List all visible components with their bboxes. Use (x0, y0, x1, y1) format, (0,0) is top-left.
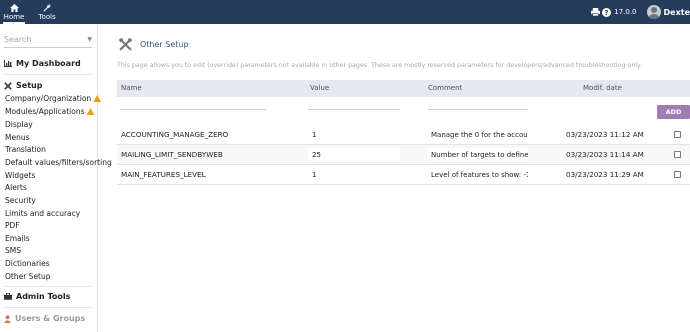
table-header: Name Value Comment Modif. date (117, 80, 690, 97)
value-input[interactable]: 25 (308, 148, 400, 161)
new-value-field[interactable] (308, 109, 400, 110)
sidebar-item-alerts[interactable]: Alerts (5, 183, 27, 192)
table-row: MAIN_FEATURES_LEVEL 1 Level of features … (117, 165, 690, 185)
sidebar-item-company[interactable]: Company/Organization (5, 94, 102, 103)
tools-icon (119, 38, 132, 51)
sidebar-item-sms[interactable]: SMS (5, 246, 21, 255)
nav-tools-label: Tools (38, 12, 56, 21)
menu-admin-tools[interactable]: Admin Tools (4, 292, 70, 301)
home-icon (9, 3, 19, 12)
sidebar-item-limits[interactable]: Limits and accuracy (5, 209, 80, 218)
row-checkbox[interactable] (674, 151, 681, 158)
column-header-date[interactable]: Modif. date (583, 84, 622, 92)
new-comment-field[interactable] (428, 109, 528, 110)
value-input[interactable]: 1 (308, 168, 400, 181)
top-bar: Home Tools ? 17.0.0 Dexte (0, 0, 690, 24)
row-name: MAIN_FEATURES_LEVEL (121, 170, 206, 179)
svg-text:?: ? (605, 8, 609, 17)
chart-icon (4, 60, 12, 67)
sidebar-item-other-setup[interactable]: Other Setup (5, 272, 51, 281)
sidebar-item-modules[interactable]: Modules/Applications (5, 107, 95, 116)
menu-admin-tools-label: Admin Tools (16, 292, 71, 301)
menu-my-dashboard[interactable]: My Dashboard (4, 59, 81, 68)
row-checkbox[interactable] (674, 131, 681, 138)
top-right-area: ? 17.0.0 Dexte (591, 0, 690, 24)
sidebar-item-default-values[interactable]: Default values/filters/sorting (5, 158, 112, 167)
sidebar-item-display[interactable]: Display (5, 120, 33, 129)
page-description: This page allows you to edit (override) … (117, 62, 642, 69)
nav-home[interactable]: Home (3, 0, 25, 24)
row-name: MAILING_LIMIT_SENDBYWEB (121, 150, 223, 159)
help-icon[interactable]: ? (602, 7, 612, 17)
comment-input[interactable]: Number of targets to defined p (428, 148, 528, 161)
menu-users-groups[interactable]: Users & Groups (4, 314, 85, 323)
new-entry-row (117, 97, 690, 117)
value-input[interactable]: 1 (308, 128, 400, 141)
nav-tools[interactable]: Tools (36, 0, 58, 24)
wrench-icon (43, 4, 51, 12)
column-header-name[interactable]: Name (121, 84, 142, 92)
divider (4, 74, 92, 75)
divider (4, 286, 92, 287)
column-header-comment[interactable]: Comment (428, 84, 462, 92)
sidebar-item-pdf[interactable]: PDF (5, 221, 20, 230)
sidebar-item-widgets[interactable]: Widgets (5, 171, 35, 180)
user-icon (4, 314, 11, 323)
avatar[interactable] (646, 5, 661, 19)
tools-icon (4, 81, 12, 90)
warning-icon (86, 108, 95, 115)
chevron-down-icon[interactable]: ▼ (87, 36, 92, 43)
main-content: Other Setup This page allows you to edit… (99, 24, 690, 332)
table-row: ACCOUNTING_MANAGE_ZERO 1 Manage the 0 fo… (117, 125, 690, 145)
printer-icon[interactable] (591, 8, 601, 16)
version-label: 17.0.0 (614, 8, 637, 16)
row-date: 03/23/2023 11:14 AM (566, 150, 644, 159)
sidebar-item-dictionaries[interactable]: Dictionaries (5, 259, 50, 268)
row-date: 03/23/2023 11:12 AM (566, 130, 644, 139)
sidebar-item-label: Modules/Applications (5, 107, 85, 116)
search-placeholder: Search (4, 35, 32, 44)
add-button[interactable]: ADD (657, 105, 690, 119)
sidebar-item-emails[interactable]: Emails (5, 234, 30, 243)
table-row: MAILING_LIMIT_SENDBYWEB 25 Number of tar… (117, 145, 690, 165)
new-name-field[interactable] (120, 109, 266, 110)
sidebar-item-label: Company/Organization (5, 94, 92, 103)
sidebar-item-menus[interactable]: Menus (5, 133, 30, 142)
comment-input[interactable]: Manage the 0 for the accounta (428, 128, 528, 141)
column-header-value[interactable]: Value (310, 84, 329, 92)
menu-users-groups-label: Users & Groups (15, 314, 86, 323)
row-name: ACCOUNTING_MANAGE_ZERO (121, 130, 229, 139)
user-name[interactable]: Dexte (664, 8, 690, 17)
menu-setup[interactable]: Setup (4, 81, 42, 90)
page-title-text: Other Setup (140, 40, 189, 49)
search-input[interactable]: Search ▼ (4, 32, 92, 48)
nav-home-label: Home (3, 12, 25, 21)
menu-setup-label: Setup (16, 81, 43, 90)
comment-input[interactable]: Level of features to show: -1=s (428, 168, 528, 181)
row-checkbox[interactable] (674, 171, 681, 178)
sidebar-item-translation[interactable]: Translation (5, 145, 46, 154)
sidebar: Search ▼ My Dashboard Setup Company/Orga… (0, 24, 112, 332)
page-title: Other Setup (119, 38, 189, 51)
row-date: 03/23/2023 11:29 AM (566, 170, 644, 179)
divider (4, 307, 92, 308)
toolbox-icon (4, 293, 12, 300)
sidebar-item-security[interactable]: Security (5, 196, 36, 205)
menu-my-dashboard-label: My Dashboard (16, 59, 81, 68)
